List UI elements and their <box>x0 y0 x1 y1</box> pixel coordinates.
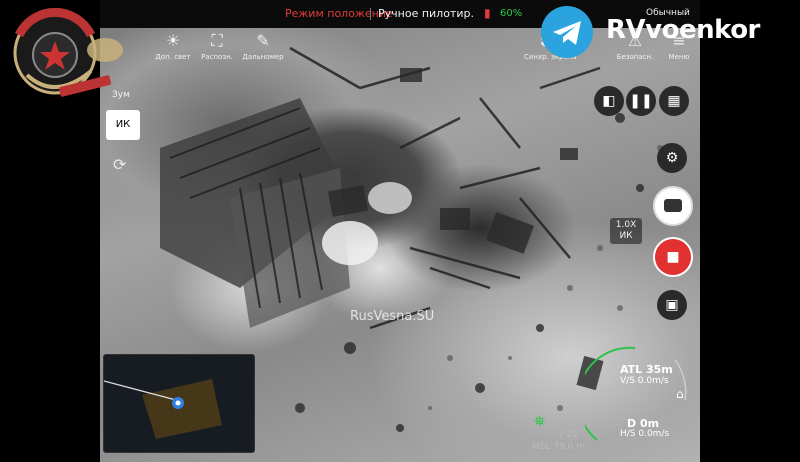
minimap-graphic <box>104 379 222 439</box>
tool-rangefinder[interactable]: ✎ Дальномер <box>240 32 286 62</box>
telegram-plane-glyph <box>553 21 581 45</box>
zoom-mode: ИК <box>619 231 633 241</box>
rc-signal-percent: 60% <box>500 8 523 19</box>
recognition-icon: ⛶ <box>211 31 223 50</box>
photo-shutter-button[interactable] <box>653 186 693 226</box>
letterbox-right <box>700 0 800 462</box>
piloting-status: Ручное пилотир. <box>378 7 474 20</box>
grid-layout-icon[interactable]: ▦ <box>659 86 689 116</box>
msl-readout: MSL 79.0 m <box>532 442 586 452</box>
gimbal-reset-icon[interactable]: ⟳ <box>113 155 126 174</box>
telegram-logo-icon <box>541 6 593 58</box>
tool-aux-light-label: Доп. свет <box>155 53 191 61</box>
split-view-icon[interactable]: ◧ <box>594 86 624 116</box>
source-watermark: RusVesna.SU <box>350 309 435 324</box>
tool-rangefinder-label: Дальномер <box>242 53 284 61</box>
camera-settings-icon[interactable]: ⚙ <box>657 143 687 173</box>
screen: Режим положение Ручное пилотир. ▮ 60% Об… <box>0 0 800 462</box>
record-button[interactable]: ■ <box>653 237 693 277</box>
ir-mode-button[interactable]: ИК <box>106 110 140 140</box>
unit-emblem-logo <box>13 8 123 97</box>
tool-menu-label: Меню <box>668 53 690 61</box>
pause-layout-icon[interactable]: ❚❚ <box>626 86 656 116</box>
horizontal-speed-readout: H/S 0.0m/s <box>620 429 670 439</box>
status-divider <box>370 8 371 20</box>
tool-recognition-label: Распозн. <box>201 53 233 61</box>
atl-readout: ATL 35m <box>620 363 673 376</box>
minimap[interactable] <box>103 354 255 453</box>
flight-timer: 7:22 <box>558 430 579 440</box>
home-point-icon: ⌂ <box>676 387 684 401</box>
channel-name: RVvoenkor <box>606 15 760 45</box>
vertical-speed-readout: V/S 0.0m/s <box>620 376 669 386</box>
rangefinder-icon: ✎ <box>256 31 270 50</box>
gallery-icon[interactable]: ▣ <box>657 290 687 320</box>
light-icon: ☀ <box>165 31 181 50</box>
tool-aux-light[interactable]: ☀ Доп. свет <box>150 32 196 62</box>
flight-mode-status[interactable]: Режим положение <box>285 7 393 21</box>
tool-recognition[interactable]: ⛶ Распозн. <box>194 32 240 62</box>
tool-safety-label: Безопасн. <box>616 53 654 61</box>
drone-status-icon: ⛯ <box>534 414 546 430</box>
zoom-value: 1.0X <box>615 220 637 230</box>
zoom-level-indicator[interactable]: 1.0X ИК <box>610 218 642 244</box>
battery-warning-icon: ▮ <box>484 6 491 20</box>
